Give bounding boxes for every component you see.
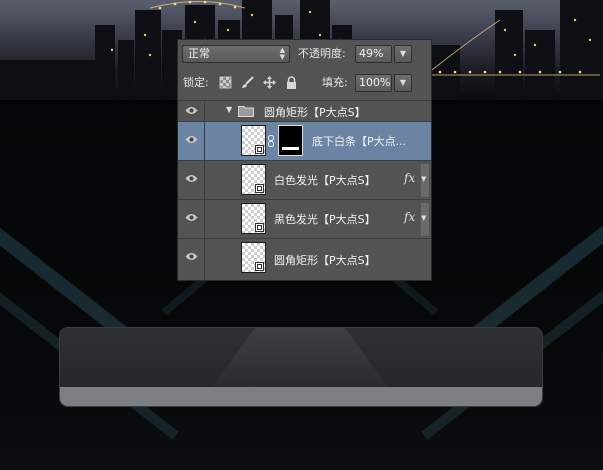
checker-lock-icon[interactable] [219,76,232,89]
chain-link-icon[interactable] [268,135,274,150]
fill-label: 填充: [322,76,348,89]
visibility-toggle[interactable] [178,122,205,160]
layer-thumbnail [241,203,266,234]
layer-row[interactable]: 黑色发光【P大点S】 fx [178,199,431,238]
brush-lock-icon[interactable] [241,76,254,89]
shape-badge-icon [255,262,264,271]
visibility-toggle[interactable] [178,239,205,280]
layers-panel: 正常 ▲ ▼ 不透明度: 49% ▼ 锁定: 填充: 100% ▼ ▼ 圆角矩形… [178,40,431,280]
layer-group-row[interactable]: ▼ 圆角矩形【P大点S】 [178,100,431,121]
fx-icon[interactable]: fx [404,171,415,185]
opacity-input[interactable]: 49% [355,45,392,63]
visibility-toggle[interactable] [178,101,205,121]
layer-thumbnail [241,242,266,273]
eye-icon [185,136,198,143]
padlock-icon[interactable] [285,76,298,89]
effects-expand-button[interactable] [421,164,429,197]
glass-bar-white-strip [60,387,542,406]
layer-name: 黑色发光【P大点S】 [274,213,376,226]
group-collapse-arrow-icon[interactable]: ▼ [226,105,232,114]
move-lock-icon[interactable] [263,76,276,89]
layer-row[interactable]: 圆角矩形【P大点S】 [178,238,431,280]
layer-mask-thumbnail[interactable] [278,125,303,156]
eye-icon [185,214,198,221]
shape-badge-icon [255,145,264,154]
layer-row[interactable]: 白色发光【P大点S】 fx [178,160,431,199]
visibility-toggle[interactable] [178,161,205,199]
select-arrows-icon: ▲ ▼ [279,46,285,61]
eye-icon [185,253,198,260]
layer-name: 白色发光【P大点S】 [274,174,376,187]
fill-dropdown-button[interactable]: ▼ [394,74,412,92]
layer-thumbnail [241,164,266,195]
layer-name: 底下白条【P大点... [312,135,407,148]
rounded-glass-bar [59,327,543,407]
blend-mode-value: 正常 [188,47,210,60]
effects-expand-button[interactable] [421,203,429,236]
eye-icon [185,107,198,114]
opacity-dropdown-button[interactable]: ▼ [394,45,412,63]
layer-thumbnail [241,125,266,156]
blend-opacity-row: 正常 ▲ ▼ 不透明度: 49% ▼ [178,40,431,68]
lock-label: 锁定: [183,76,209,89]
fx-icon[interactable]: fx [404,210,415,224]
layer-name: 圆角矩形【P大点S】 [274,254,376,267]
blend-mode-select[interactable]: 正常 ▲ ▼ [182,45,290,63]
opacity-value: 49% [359,47,384,60]
layer-row[interactable]: 底下白条【P大点... [178,121,431,160]
group-name: 圆角矩形【P大点S】 [264,106,366,119]
opacity-label: 不透明度: [298,47,346,60]
eye-icon [185,175,198,182]
fill-value: 100% [359,76,391,89]
fill-input[interactable]: 100% [355,74,392,92]
visibility-toggle[interactable] [178,200,205,238]
folder-icon [238,105,254,120]
shape-badge-icon [255,184,264,193]
lock-fill-row: 锁定: 填充: 100% ▼ [178,68,431,100]
glass-bar-shine [210,328,390,390]
shape-badge-icon [255,223,264,232]
